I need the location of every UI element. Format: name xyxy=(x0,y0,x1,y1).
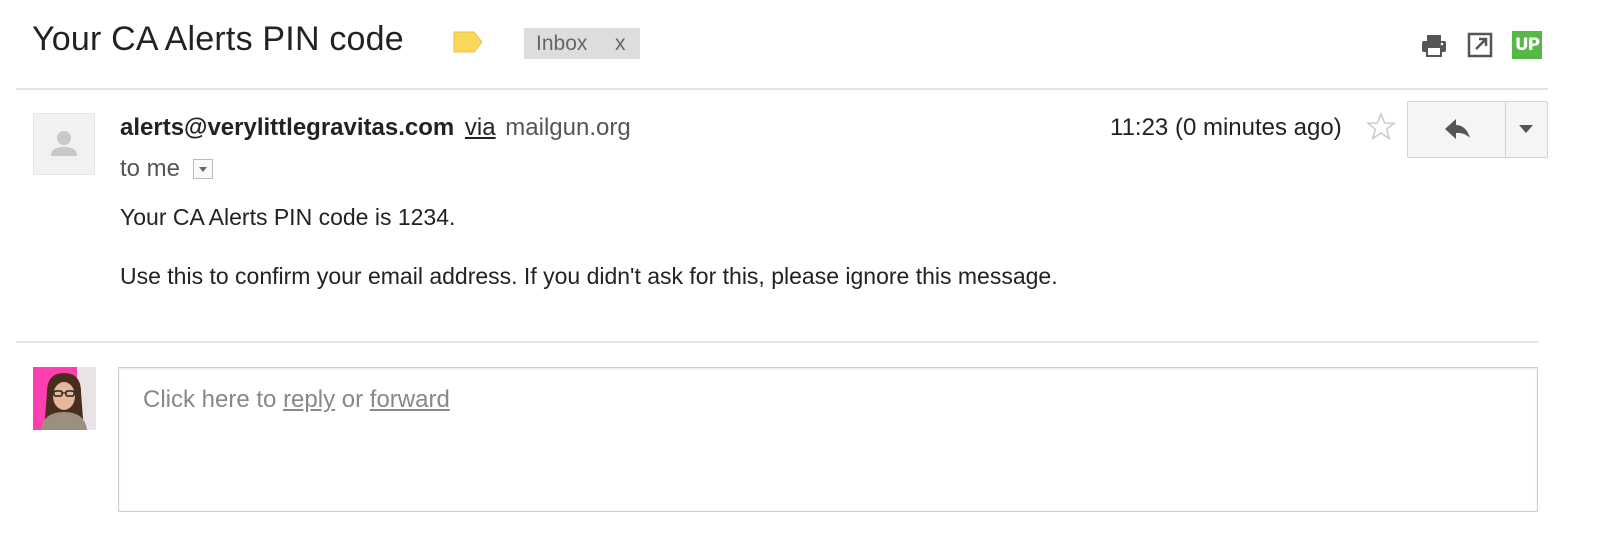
reply-button[interactable] xyxy=(1408,102,1505,157)
reply-arrow-icon xyxy=(1445,119,1470,139)
header-divider xyxy=(16,88,1548,90)
sender-line: alerts@verylittlegravitas.com via mailgu… xyxy=(120,114,631,142)
reply-compose-box[interactable]: Click here to reply or forward xyxy=(118,367,1538,512)
message-timestamp: 11:23 (0 minutes ago) xyxy=(1110,114,1342,141)
reply-or-text: or xyxy=(335,386,370,413)
user-avatar xyxy=(33,367,96,430)
extension-up-icon[interactable]: UP xyxy=(1512,31,1542,59)
message-body-line: Your CA Alerts PIN code is 1234. xyxy=(120,204,456,230)
message-divider xyxy=(16,341,1538,343)
recipient-line: to me xyxy=(120,155,181,182)
sender-avatar[interactable] xyxy=(33,113,95,175)
message-body-line: Use this to confirm your email address. … xyxy=(120,263,1058,289)
reply-button-group xyxy=(1407,101,1548,158)
reply-prompt-text: Click here to xyxy=(143,386,284,413)
star-icon[interactable] xyxy=(1365,111,1397,143)
inbox-label-chip: Inbox x xyxy=(524,28,640,59)
sender-email[interactable]: alerts@verylittlegravitas.com xyxy=(120,114,454,141)
subject-title: Your CA Alerts PIN code xyxy=(32,20,404,58)
default-person-icon xyxy=(51,131,77,156)
chevron-down-icon xyxy=(1519,125,1533,133)
inbox-label-text: Inbox xyxy=(536,32,588,55)
reply-prompt: Click here to reply or forward xyxy=(143,386,450,414)
reply-link[interactable]: reply xyxy=(283,386,335,413)
more-actions-button[interactable] xyxy=(1506,102,1547,157)
via-link[interactable]: via xyxy=(465,114,496,141)
show-details-dropdown[interactable] xyxy=(193,159,213,179)
print-icon[interactable] xyxy=(1420,31,1448,59)
via-domain: mailgun.org xyxy=(505,114,631,141)
forward-link[interactable]: forward xyxy=(370,386,450,413)
new-window-icon[interactable] xyxy=(1466,31,1494,59)
remove-label-button[interactable]: x xyxy=(615,32,626,56)
label-tag-icon[interactable] xyxy=(453,31,483,53)
